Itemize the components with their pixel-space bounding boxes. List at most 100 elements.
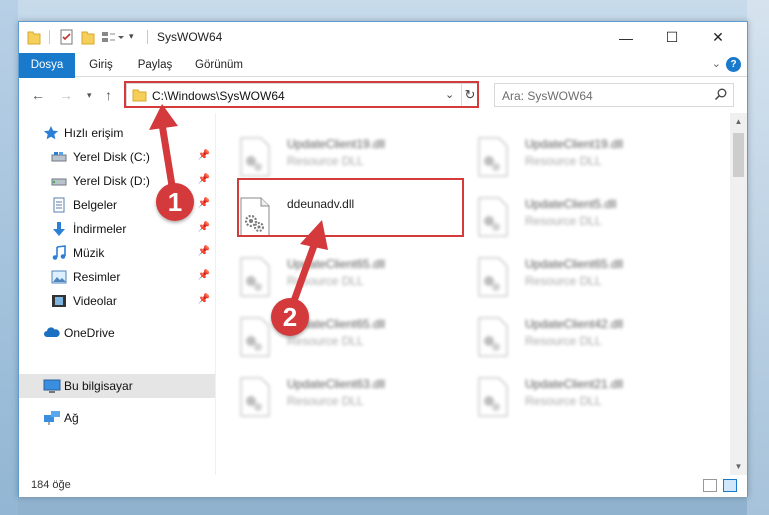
properties-icon[interactable] xyxy=(59,29,75,45)
file-name: UpdateClient5.dll xyxy=(525,197,617,211)
address-highlight-box xyxy=(124,81,479,108)
sidebar-item-label: OneDrive xyxy=(64,326,115,340)
quick-access-dropdown-icon[interactable]: ▾ xyxy=(129,31,134,47)
sidebar-item-local-disk-c[interactable]: Yerel Disk (C:) 📌 xyxy=(19,145,215,169)
dll-file-icon xyxy=(239,137,271,177)
dll-file-icon xyxy=(239,257,271,297)
pin-icon[interactable]: 📌 xyxy=(198,222,210,233)
drive-icon xyxy=(51,173,67,189)
file-item[interactable]: UpdateClient21.dll Resource DLL xyxy=(477,373,707,425)
forward-arrow-icon[interactable]: → xyxy=(59,87,73,103)
dll-file-icon xyxy=(239,317,271,357)
desktop-background-left xyxy=(0,0,18,515)
pane-splitter[interactable] xyxy=(215,113,216,475)
new-folder-icon[interactable] xyxy=(81,29,95,45)
folder-icon xyxy=(27,29,41,45)
tab-view[interactable]: Görünüm xyxy=(189,53,249,77)
pin-icon[interactable]: 📌 xyxy=(198,198,210,209)
back-arrow-icon[interactable]: ← xyxy=(31,87,45,103)
search-icon xyxy=(714,88,727,104)
file-item[interactable]: UpdateClient5.dll Resource DLL xyxy=(477,193,707,245)
file-name: UpdateClient21.dll xyxy=(525,377,624,391)
window-title: SysWOW64 xyxy=(157,30,223,44)
customize-toolbar-icon[interactable] xyxy=(101,29,125,45)
recent-locations-icon[interactable]: ▾ xyxy=(87,90,92,101)
dll-file-icon xyxy=(477,197,509,237)
file-name: UpdateClient19.dll xyxy=(525,137,624,151)
scroll-down-icon[interactable]: ▼ xyxy=(730,458,747,475)
pin-icon[interactable]: 📌 xyxy=(198,246,210,257)
desktop-background-right xyxy=(747,0,769,515)
file-type: Resource DLL xyxy=(525,274,602,288)
file-name: UpdateClient65.dll xyxy=(525,257,624,271)
file-item[interactable]: UpdateClient63.dll Resource DLL xyxy=(239,373,469,425)
sidebar-item-label: Müzik xyxy=(73,246,105,260)
sidebar-item-quick-access[interactable]: Hızlı erişim xyxy=(19,121,215,145)
navigation-pane: Hızlı erişim Yerel Disk (C:) 📌 Yerel Dis… xyxy=(19,113,215,475)
sidebar-item-music[interactable]: Müzik 📌 xyxy=(19,241,215,265)
scroll-up-icon[interactable]: ▲ xyxy=(730,113,747,130)
sidebar-item-label: Yerel Disk (D:) xyxy=(73,174,150,188)
dll-file-icon xyxy=(477,257,509,297)
file-list: UpdateClient19.dll Resource DLL ddeunadv… xyxy=(217,113,729,475)
file-type: Resource DLL xyxy=(287,274,364,288)
vertical-scrollbar[interactable]: ▲ ▼ xyxy=(730,113,747,475)
maximize-button[interactable]: ☐ xyxy=(649,22,695,53)
close-button[interactable]: ✕ xyxy=(695,22,741,53)
sidebar-item-this-pc[interactable]: Bu bilgisayar xyxy=(19,374,215,398)
file-highlight-box xyxy=(237,178,464,237)
divider xyxy=(147,30,148,44)
file-type: Resource DLL xyxy=(525,154,602,168)
computer-icon xyxy=(43,378,61,394)
sidebar-item-label: İndirmeler xyxy=(73,222,127,236)
file-item[interactable]: UpdateClient42.dll Resource DLL xyxy=(477,313,707,365)
search-placeholder: Ara: SysWOW64 xyxy=(502,89,593,103)
file-item[interactable]: UpdateClient65.dll Resource DLL xyxy=(477,253,707,305)
videos-icon xyxy=(51,293,67,309)
network-icon xyxy=(43,410,60,426)
pin-icon[interactable]: 📌 xyxy=(198,150,210,161)
large-icons-view-icon[interactable] xyxy=(723,479,737,492)
sidebar-item-network[interactable]: Ağ xyxy=(19,406,215,430)
file-type: Resource DLL xyxy=(525,334,602,348)
help-icon[interactable]: ? xyxy=(726,57,741,72)
sidebar-item-videos[interactable]: Videolar 📌 xyxy=(19,289,215,313)
sidebar-item-downloads[interactable]: İndirmeler 📌 xyxy=(19,217,215,241)
minimize-button[interactable]: — xyxy=(603,22,649,53)
search-input[interactable]: Ara: SysWOW64 xyxy=(494,83,734,107)
file-item[interactable]: UpdateClient65.dll Resource DLL xyxy=(239,253,469,305)
sidebar-item-onedrive[interactable]: OneDrive xyxy=(19,321,215,345)
download-icon xyxy=(51,221,67,237)
step-2-marker: 2 xyxy=(271,298,309,336)
chevron-down-icon[interactable]: ⌄ xyxy=(712,57,721,70)
scrollbar-thumb[interactable] xyxy=(733,133,744,177)
sidebar-item-pictures[interactable]: Resimler 📌 xyxy=(19,265,215,289)
pin-icon[interactable]: 📌 xyxy=(198,270,210,281)
step-1-marker: 1 xyxy=(156,183,194,221)
pictures-icon xyxy=(51,269,67,285)
details-view-icon[interactable] xyxy=(703,479,717,492)
pin-icon[interactable]: 📌 xyxy=(198,294,210,305)
drive-icon xyxy=(51,149,67,165)
file-name: UpdateClient65.dll xyxy=(287,257,386,271)
up-arrow-icon[interactable]: ↑ xyxy=(105,87,112,103)
sidebar-item-label: Ağ xyxy=(64,411,79,425)
dll-file-icon xyxy=(477,377,509,417)
file-type: Resource DLL xyxy=(525,214,602,228)
sidebar-item-label: Videolar xyxy=(73,294,117,308)
file-item[interactable]: UpdateClient19.dll Resource DLL xyxy=(477,133,707,185)
dll-file-icon xyxy=(477,317,509,357)
music-icon xyxy=(51,245,67,261)
pin-icon[interactable]: 📌 xyxy=(198,174,210,185)
tab-home[interactable]: Giriş xyxy=(81,53,121,77)
file-type: Resource DLL xyxy=(287,394,364,408)
dll-file-icon xyxy=(239,377,271,417)
status-bar: 184 öğe xyxy=(19,475,747,497)
sidebar-item-label: Yerel Disk (C:) xyxy=(73,150,150,164)
tab-share[interactable]: Paylaş xyxy=(131,53,179,77)
sidebar-item-label: Bu bilgisayar xyxy=(64,379,133,393)
sidebar-item-label: Hızlı erişim xyxy=(64,126,124,140)
cloud-icon xyxy=(43,325,60,341)
title-bar: ▾ SysWOW64 — ☐ ✕ xyxy=(19,22,747,53)
file-type: Resource DLL xyxy=(525,394,602,408)
